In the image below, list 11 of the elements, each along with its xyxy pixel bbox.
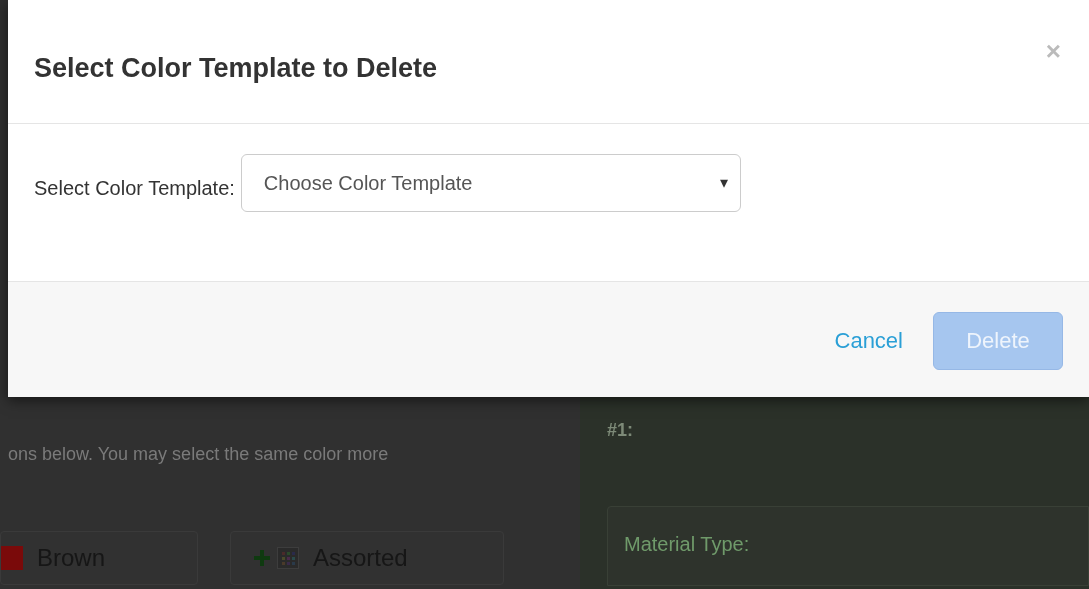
material-type-label: Material Type: xyxy=(624,532,751,557)
plus-icon xyxy=(253,549,271,567)
modal-title: Select Color Template to Delete xyxy=(34,52,438,85)
close-button[interactable]: × xyxy=(1045,38,1061,64)
panel-heading: #1: xyxy=(607,419,634,442)
instructions-text: ons below. You may select the same color more xyxy=(8,443,390,466)
template-select[interactable]: Choose Color Template ▾ xyxy=(240,154,741,212)
field-label: Select Color Template: xyxy=(34,176,235,201)
color-grid-icon xyxy=(277,547,299,569)
cancel-link[interactable]: Cancel xyxy=(834,324,903,357)
caret-icon: ▾ xyxy=(719,171,728,195)
